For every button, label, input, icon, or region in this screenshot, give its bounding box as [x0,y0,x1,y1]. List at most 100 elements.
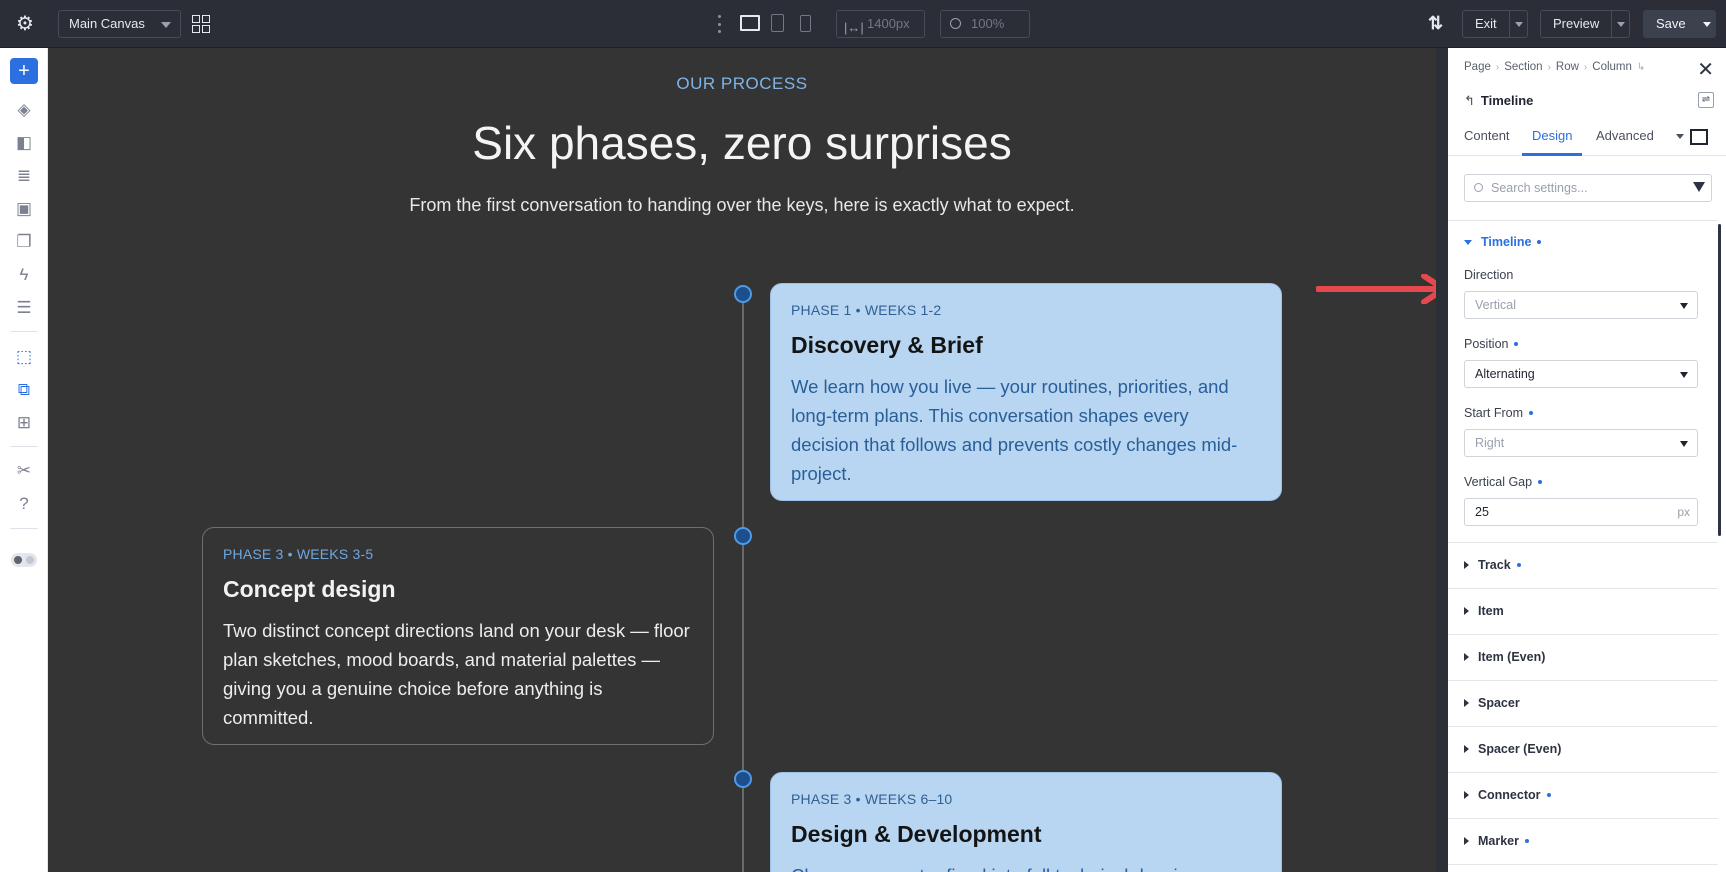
section-item-even[interactable]: Item (Even) [1464,650,1545,664]
mode-toggle[interactable] [11,553,37,567]
click-select-icon[interactable]: ⬚ [12,346,36,368]
divider [1448,680,1718,681]
breadcrumb-column[interactable]: Column [1592,61,1632,73]
vertical-gap-unit: px [1677,505,1690,519]
more-options-icon[interactable] [718,15,722,33]
preview-dropdown-icon[interactable] [1611,11,1629,37]
direction-value: Vertical [1475,298,1516,312]
timeline-marker[interactable] [734,285,752,303]
timeline-card[interactable]: PHASE 1 • WEEKS 1-2 Discovery & Brief We… [770,283,1282,501]
section-subtext: From the first conversation to handing o… [409,195,1075,215]
sections-icon[interactable]: ☰ [12,297,36,319]
canvas-width-value: 1400px [867,16,910,31]
search-settings-input[interactable]: Search settings... [1464,174,1712,202]
timeline-card[interactable]: PHASE 3 • WEEKS 6–10 Design & Developmen… [770,772,1282,872]
divider [1448,634,1718,635]
section-spacer[interactable]: Spacer [1464,696,1520,710]
card-title: Concept design [223,576,396,602]
divider [1448,220,1718,221]
save-button[interactable]: Save [1643,10,1716,38]
section-item[interactable]: Item [1464,604,1504,618]
canvas-width-field[interactable]: |↔| 1400px [836,10,925,38]
exit-dropdown-icon[interactable] [1508,11,1527,37]
desktop-view-icon[interactable] [740,15,760,31]
timeline-marker[interactable] [734,770,752,788]
divider [1448,726,1718,727]
start-from-select[interactable]: Right [1464,429,1698,457]
annotation-arrow [1316,274,1436,304]
chevron-down-icon [1680,441,1688,447]
breadcrumb-page[interactable]: Page [1464,61,1491,73]
vertical-gap-input[interactable]: 25 px [1464,498,1698,526]
help-icon[interactable]: ? [12,493,36,515]
card-title: Discovery & Brief [791,332,983,358]
grid-layout-icon[interactable] [192,15,210,33]
section-spacer-even[interactable]: Spacer (Even) [1464,742,1561,756]
chevron-down-icon [1680,303,1688,309]
sort-arrows-icon[interactable]: ⇅ [1428,13,1443,34]
section-marker[interactable]: Marker [1464,834,1529,848]
add-element-icon[interactable]: + [10,58,38,84]
pages-icon[interactable]: ❐ [12,231,36,253]
preview-button[interactable]: Preview [1540,10,1631,38]
template-settings-icon[interactable]: ⊞ [12,412,36,434]
layers-icon[interactable]: ◈ [12,99,36,121]
chevron-down-icon[interactable] [1676,134,1684,139]
card-body: We learn how you live — your routines, p… [791,376,1238,484]
module-title: ↰ Timeline [1464,93,1533,109]
canvas-selector[interactable]: Main Canvas [58,10,181,38]
panel-tabs: Content Design Advanced [1448,120,1726,156]
rail-divider [10,528,38,529]
window-icon[interactable] [1690,129,1708,145]
zoom-field[interactable]: 100% [940,10,1030,38]
save-dropdown-icon[interactable] [1698,10,1716,38]
module-options-icon[interactable]: ⇌ [1698,92,1714,108]
preview-button-label: Preview [1553,16,1600,31]
filter-icon[interactable] [1693,182,1705,192]
multi-select-icon[interactable]: ⧉ [12,379,36,401]
tablet-view-icon[interactable] [771,14,784,32]
direction-select[interactable]: Vertical [1464,291,1698,319]
close-icon[interactable]: ✕ [1697,57,1714,82]
breadcrumb-row[interactable]: Row [1556,61,1579,73]
settings-gear-icon[interactable]: ⚙ [14,13,36,35]
card-body: Two distinct concept directions land on … [223,620,690,728]
breadcrumb-section[interactable]: Section [1504,61,1542,73]
vertical-gap-value: 25 [1475,505,1489,519]
section-track[interactable]: Track [1464,558,1521,572]
breadcrumb: Page › Section › Row › Column ↳ [1464,61,1646,73]
zoom-value: 100% [971,16,1005,31]
direction-label: Direction [1464,268,1514,282]
card-phase: PHASE 3 • WEEKS 6–10 [791,791,953,807]
theme-builder-icon[interactable]: ◧ [12,132,36,154]
panel-scrollbar[interactable] [1718,224,1721,536]
tab-advanced[interactable]: Advanced [1596,128,1654,143]
canvas-scrollbar[interactable] [1438,468,1442,584]
timeline-marker[interactable] [734,527,752,545]
start-from-value: Right [1475,436,1505,450]
exit-button[interactable]: Exit [1462,10,1528,38]
lightning-icon[interactable]: ϟ [12,264,36,286]
width-arrows-icon: |↔| [844,20,864,35]
database-icon[interactable]: ≣ [12,165,36,187]
timeline-card[interactable]: PHASE 3 • WEEKS 3-5 Concept design Two d… [202,527,714,745]
back-icon[interactable]: ↰ [1464,93,1475,108]
forms-icon[interactable]: ▣ [12,198,36,220]
card-title: Design & Development [791,821,1042,847]
chevron-down-icon [161,22,171,28]
card-phase: PHASE 3 • WEEKS 3-5 [223,546,374,562]
card-body: Chosen concept refined into full technic… [791,861,1261,872]
settings-panel: Page › Section › Row › Column ↳ ✕ ↰ Timeline … [1448,48,1726,872]
position-select[interactable]: Alternating [1464,360,1698,388]
section-timeline[interactable]: Timeline [1464,235,1542,249]
tab-content[interactable]: Content [1464,128,1510,143]
module-title-text: Timeline [1480,93,1534,108]
tools-icon[interactable]: ✂ [12,460,36,482]
tab-design[interactable]: Design [1532,128,1572,143]
section-timeline-label: Timeline [1481,235,1532,249]
section-connector[interactable]: Connector [1464,788,1551,802]
canvas-selector-label: Main Canvas [69,16,145,31]
phone-view-icon[interactable] [800,15,811,32]
divider [1448,772,1718,773]
section-heading: Six phases, zero surprises [472,117,1012,169]
